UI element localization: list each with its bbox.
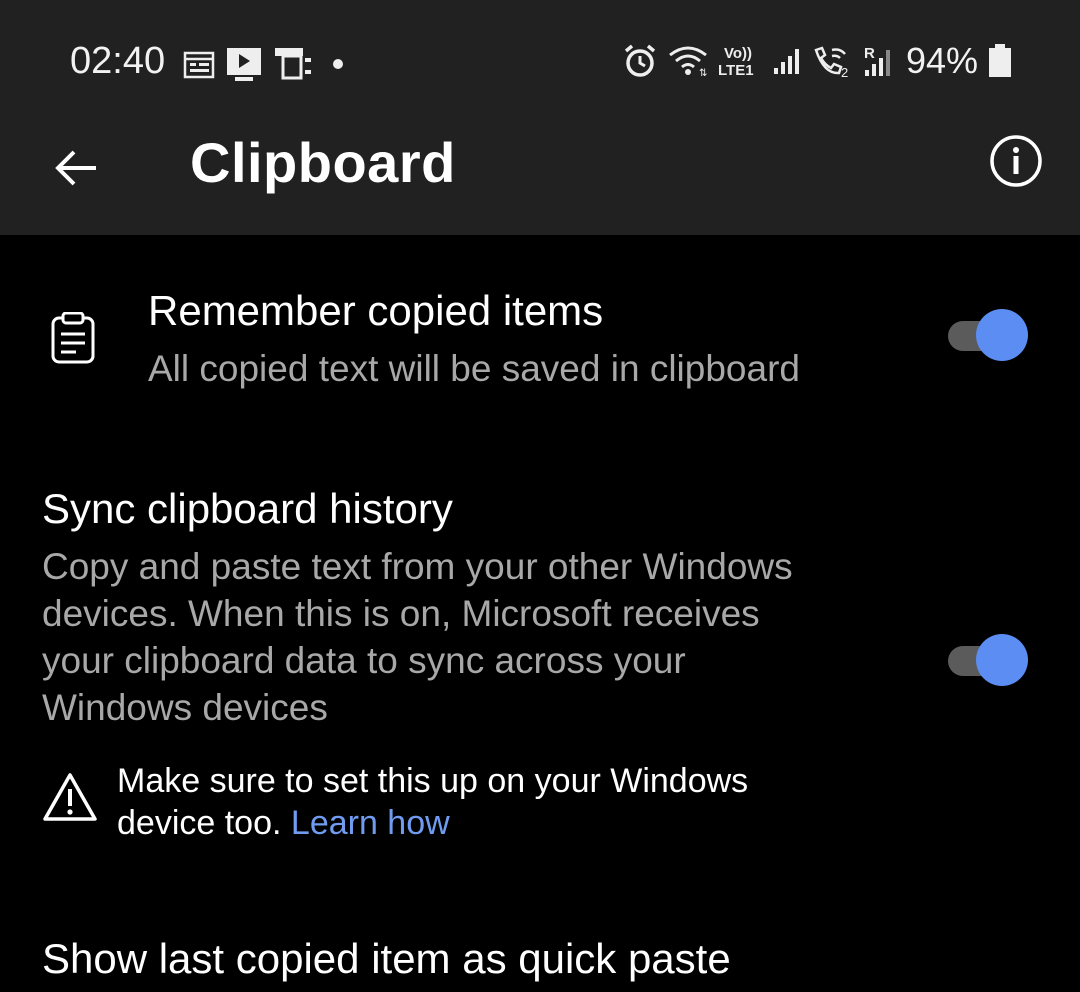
battery-icon [988, 44, 1012, 78]
app-bar: Clipboard [0, 128, 1080, 235]
warning-line-prefix: device too. [117, 804, 282, 842]
learn-how-link[interactable]: Learn how [291, 804, 450, 842]
svg-text:⇅: ⇅ [699, 68, 707, 77]
alarm-icon [622, 43, 658, 79]
sync-toggle[interactable] [946, 632, 1030, 688]
volte-icon: Vo)) LTE1 [718, 43, 762, 79]
arrow-left-icon [55, 150, 96, 186]
dot-icon [323, 54, 353, 74]
sync-clipboard-row[interactable]: Sync clipboard history Copy and paste te… [0, 475, 1080, 735]
clipboard-icon [50, 311, 96, 369]
wifi-calling-icon: 2 [812, 44, 852, 78]
remember-toggle[interactable] [946, 307, 1030, 363]
back-button[interactable] [46, 138, 106, 198]
video-icon [225, 46, 263, 82]
svg-text:2: 2 [841, 65, 848, 78]
warning-line: device too. Learn how [117, 802, 877, 844]
quick-paste-title: Show last copied item as quick paste [42, 935, 731, 982]
wifi-icon: ⇅ [668, 45, 708, 77]
remember-title: Remember copied items [148, 287, 604, 334]
svg-text:R: R [864, 45, 875, 62]
warning-icon [42, 771, 98, 828]
warning-line: Make sure to set this up on your Windows [117, 762, 749, 800]
signal-icon [772, 46, 802, 76]
page-title: Clipboard [190, 131, 456, 194]
remember-copied-items-row[interactable]: Remember copied items All copied text wi… [0, 235, 1080, 435]
toggle-thumb [976, 309, 1028, 361]
remember-subtitle: All copied text will be saved in clipboa… [148, 348, 800, 389]
sync-subtitle-line: your clipboard data to sync across your [42, 640, 686, 681]
sync-title: Sync clipboard history [42, 485, 453, 532]
toggle-thumb [976, 634, 1028, 686]
sync-subtitle-line: Windows devices [42, 687, 328, 728]
sync-subtitle-line: Copy and paste text from your other Wind… [42, 546, 793, 587]
info-button[interactable] [988, 133, 1044, 189]
calendar-icon [183, 49, 215, 79]
info-icon [990, 135, 1042, 187]
status-time: 02:40 [70, 40, 166, 82]
sync-subtitle: Copy and paste text from your other Wind… [42, 543, 793, 731]
cast-icon [273, 44, 313, 84]
status-notification-icons [183, 44, 353, 84]
svg-text:Vo)): Vo)) [724, 45, 752, 62]
status-bar: 02:40 ⇅ Vo)) LTE1 2 R 94% [0, 0, 1080, 128]
roaming-signal-icon: R [862, 44, 896, 78]
warning-message: Make sure to set this up on your Windows… [117, 760, 877, 844]
battery-percent: 94% [905, 40, 978, 81]
status-system-icons: ⇅ Vo)) LTE1 2 R 94% [622, 40, 1012, 82]
settings-content: Remember copied items All copied text wi… [0, 235, 1080, 992]
sync-subtitle-line: devices. When this is on, Microsoft rece… [42, 593, 760, 634]
quick-paste-row[interactable]: Show last copied item as quick paste [0, 925, 1080, 992]
svg-text:LTE1: LTE1 [718, 62, 754, 79]
